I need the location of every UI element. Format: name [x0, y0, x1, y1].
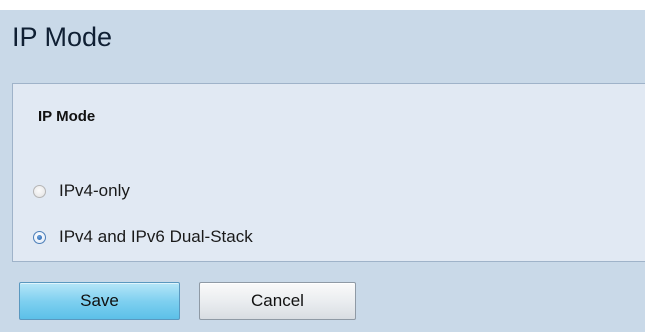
radio-selected-dot	[37, 234, 42, 240]
ipv4-only-option[interactable]: IPv4-only	[33, 180, 130, 202]
page-title: IP Mode	[12, 22, 113, 52]
dual-stack-option[interactable]: IPv4 and IPv6 Dual-Stack	[33, 226, 253, 248]
page-container: IP Mode IP Mode IPv4-only IPv4 and IPv6 …	[0, 10, 645, 332]
ipv4-only-radio[interactable]	[33, 184, 46, 198]
panel-heading: IP Mode	[38, 108, 96, 125]
ip-mode-panel: IP Mode IPv4-only IPv4 and IPv6 Dual-Sta…	[12, 83, 645, 262]
save-button[interactable]: Save	[19, 282, 180, 320]
dual-stack-radio[interactable]	[33, 230, 46, 244]
ipv4-only-label: IPv4-only	[59, 181, 130, 200]
dual-stack-label: IPv4 and IPv6 Dual-Stack	[59, 227, 253, 246]
cancel-button[interactable]: Cancel	[199, 282, 356, 320]
